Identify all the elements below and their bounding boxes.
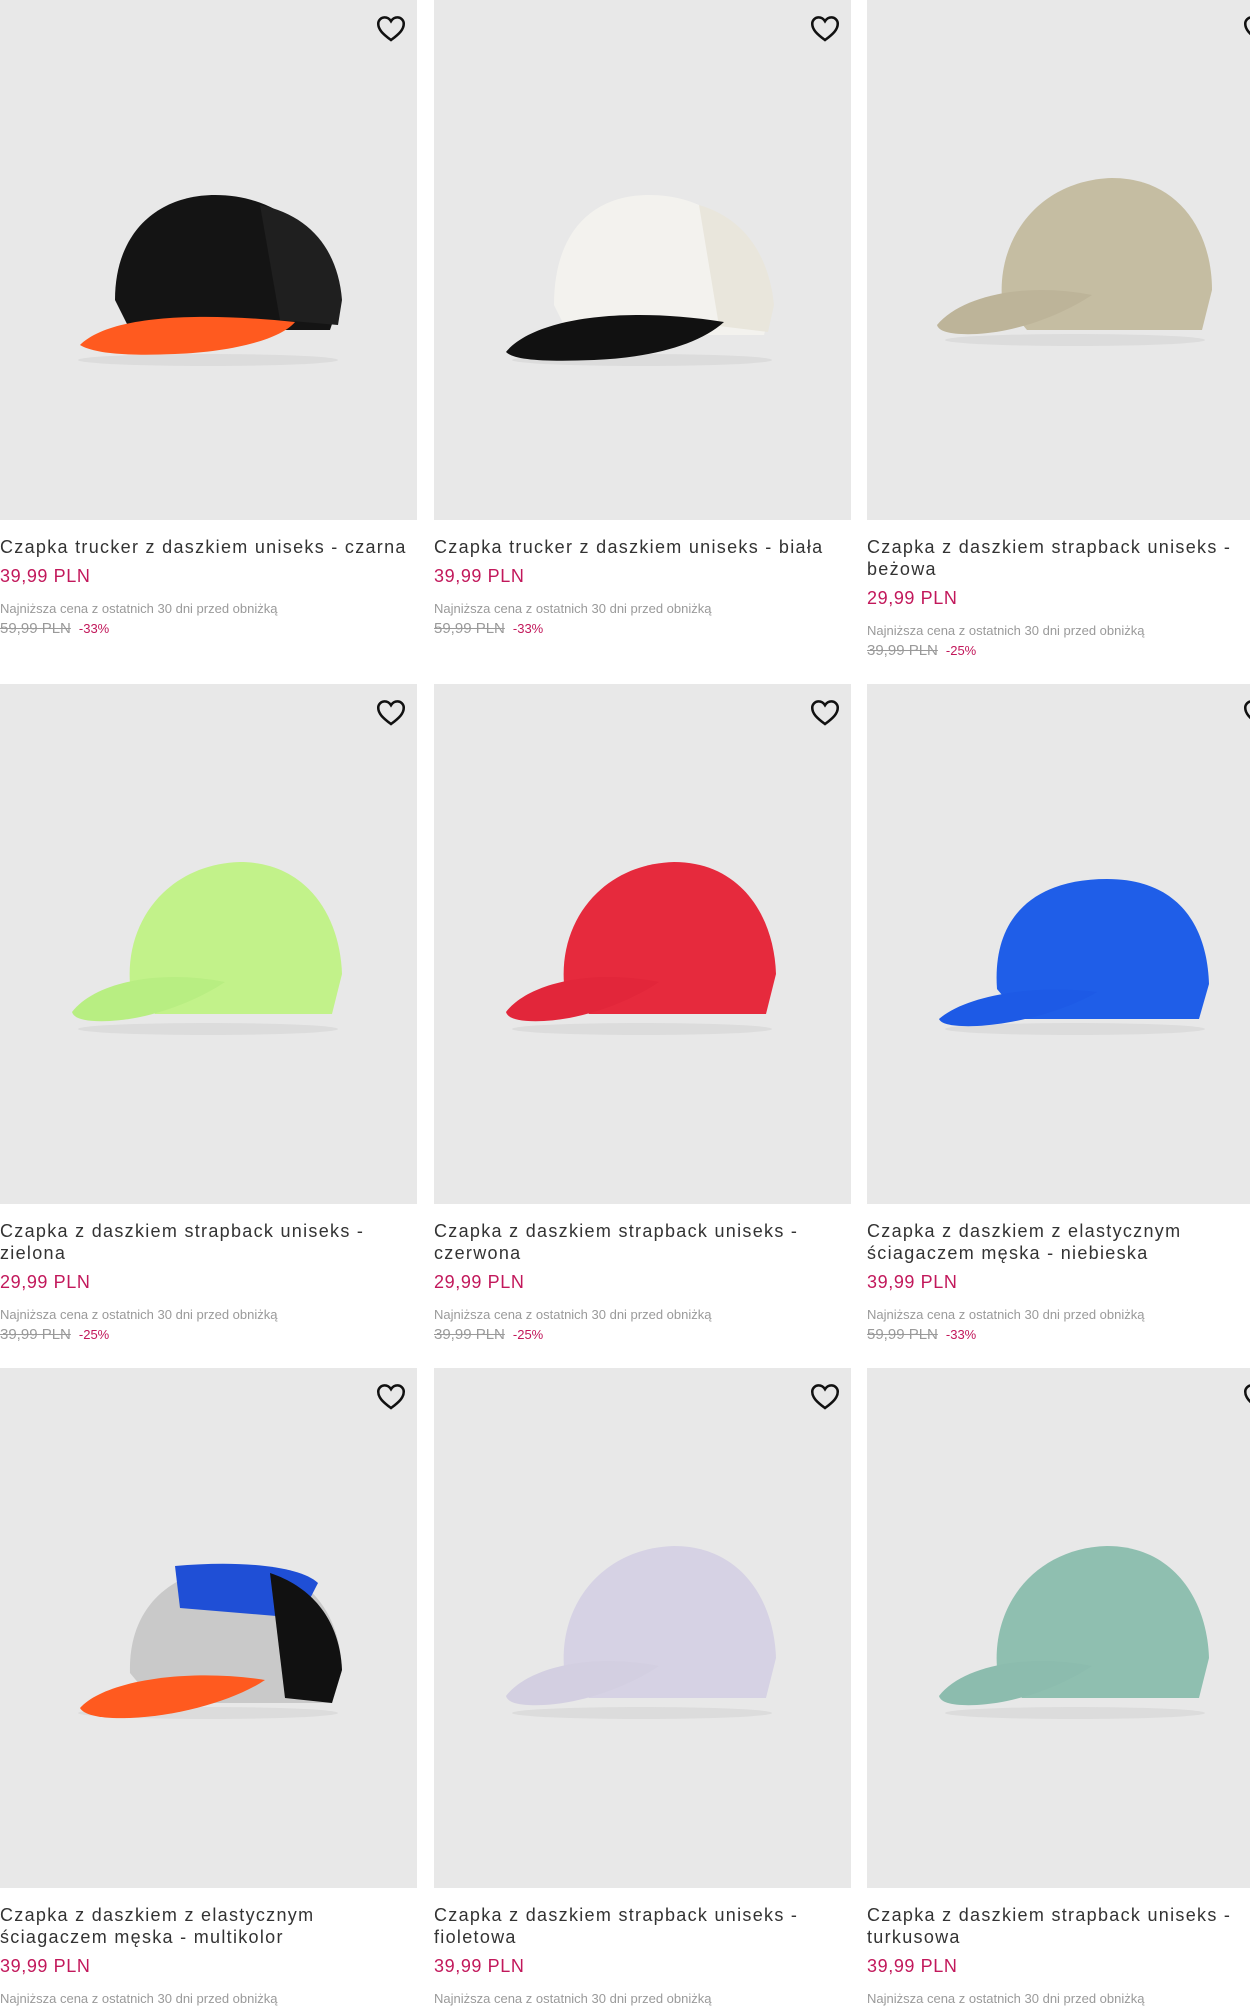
cap-image [506,1546,776,1719]
old-price: 39,99 PLN [867,642,938,659]
cap-image [72,862,342,1035]
wishlist-heart-icon[interactable] [1240,694,1250,730]
product-image[interactable] [0,1368,417,1888]
product-price: 39,99 PLN [434,1956,525,1976]
discount-badge: -33% [78,621,110,636]
old-price: 39,99 PLN [434,1326,505,1343]
old-price: 59,99 PLN [0,620,71,637]
cap-image [506,195,774,366]
lowest-price-label: Najniższa cena z ostatnich 30 dni przed … [0,1991,278,2006]
cap-image [937,178,1212,346]
discount-badge: -25% [512,1327,544,1342]
discount-badge: -33% [945,1327,977,1342]
product-card[interactable]: Czapka z daszkiem strapback uniseks - be… [867,0,1250,659]
cap-image [506,862,776,1035]
product-price: 39,99 PLN [867,1272,958,1292]
product-price: 29,99 PLN [434,1272,525,1292]
old-price: 39,99 PLN [0,1326,71,1343]
discount-badge: -33% [512,621,544,636]
discount-badge: -25% [78,1327,110,1342]
product-price: 29,99 PLN [867,588,958,608]
product-card[interactable]: Czapka z daszkiem z elastycznym ściagacz… [0,1368,417,2006]
product-card[interactable]: Czapka z daszkiem z elastycznym ściagacz… [867,684,1250,1343]
product-image[interactable] [0,684,417,1204]
lowest-price-label: Najniższa cena z ostatnich 30 dni przed … [434,1991,712,2006]
old-price: 59,99 PLN [867,1326,938,1343]
product-price: 39,99 PLN [867,1956,958,1976]
wishlist-heart-icon[interactable] [1240,10,1250,46]
lowest-price-label: Najniższa cena z ostatnich 30 dni przed … [434,601,712,616]
product-image[interactable] [867,0,1250,520]
product-price: 39,99 PLN [0,566,91,586]
product-title[interactable]: Czapka z daszkiem strapback uniseks - cz… [434,1220,851,1264]
product-grid: Czapka trucker z daszkiem uniseks - czar… [0,0,1250,2014]
cap-image [78,195,342,366]
lowest-price-label: Najniższa cena z ostatnich 30 dni przed … [867,623,1145,638]
product-title[interactable]: Czapka trucker z daszkiem uniseks - biał… [434,536,851,558]
product-price: 39,99 PLN [0,1956,91,1976]
wishlist-heart-icon[interactable] [1240,1378,1250,1414]
product-title[interactable]: Czapka z daszkiem strapback uniseks - fi… [434,1904,851,1948]
cap-image [78,1563,342,1719]
lowest-price-label: Najniższa cena z ostatnich 30 dni przed … [0,601,278,616]
product-title[interactable]: Czapka z daszkiem z elastycznym ściagacz… [867,1220,1250,1264]
product-title[interactable]: Czapka z daszkiem strapback uniseks - tu… [867,1904,1250,1948]
lowest-price-label: Najniższa cena z ostatnich 30 dni przed … [434,1307,712,1322]
lowest-price-label: Najniższa cena z ostatnich 30 dni przed … [867,1307,1145,1322]
product-card[interactable]: Czapka z daszkiem strapback uniseks - cz… [434,684,851,1343]
lowest-price-label: Najniższa cena z ostatnich 30 dni przed … [0,1307,278,1322]
wishlist-heart-icon[interactable] [807,694,843,730]
product-card[interactable]: Czapka z daszkiem strapback uniseks - fi… [434,1368,851,2006]
lowest-price-label: Najniższa cena z ostatnich 30 dni przed … [867,1991,1145,2006]
cap-image [939,1546,1209,1719]
product-image[interactable] [867,684,1250,1204]
product-title[interactable]: Czapka trucker z daszkiem uniseks - czar… [0,536,417,558]
product-title[interactable]: Czapka z daszkiem strapback uniseks - be… [867,536,1250,580]
wishlist-heart-icon[interactable] [373,10,409,46]
product-card[interactable]: Czapka trucker z daszkiem uniseks - biał… [434,0,851,637]
product-image[interactable] [867,1368,1250,1888]
product-image[interactable] [434,1368,851,1888]
discount-badge: -25% [945,643,977,658]
old-price: 59,99 PLN [434,620,505,637]
product-price: 29,99 PLN [0,1272,91,1292]
product-image[interactable] [434,684,851,1204]
wishlist-heart-icon[interactable] [807,10,843,46]
wishlist-heart-icon[interactable] [373,1378,409,1414]
product-image[interactable] [434,0,851,520]
product-title[interactable]: Czapka z daszkiem z elastycznym ściagacz… [0,1904,417,1948]
product-card[interactable]: Czapka z daszkiem strapback uniseks - tu… [867,1368,1250,2006]
product-price: 39,99 PLN [434,566,525,586]
wishlist-heart-icon[interactable] [373,694,409,730]
product-card[interactable]: Czapka trucker z daszkiem uniseks - czar… [0,0,417,637]
wishlist-heart-icon[interactable] [807,1378,843,1414]
product-image[interactable] [0,0,417,520]
cap-image [939,879,1209,1035]
product-title[interactable]: Czapka z daszkiem strapback uniseks - zi… [0,1220,417,1264]
product-card[interactable]: Czapka z daszkiem strapback uniseks - zi… [0,684,417,1343]
